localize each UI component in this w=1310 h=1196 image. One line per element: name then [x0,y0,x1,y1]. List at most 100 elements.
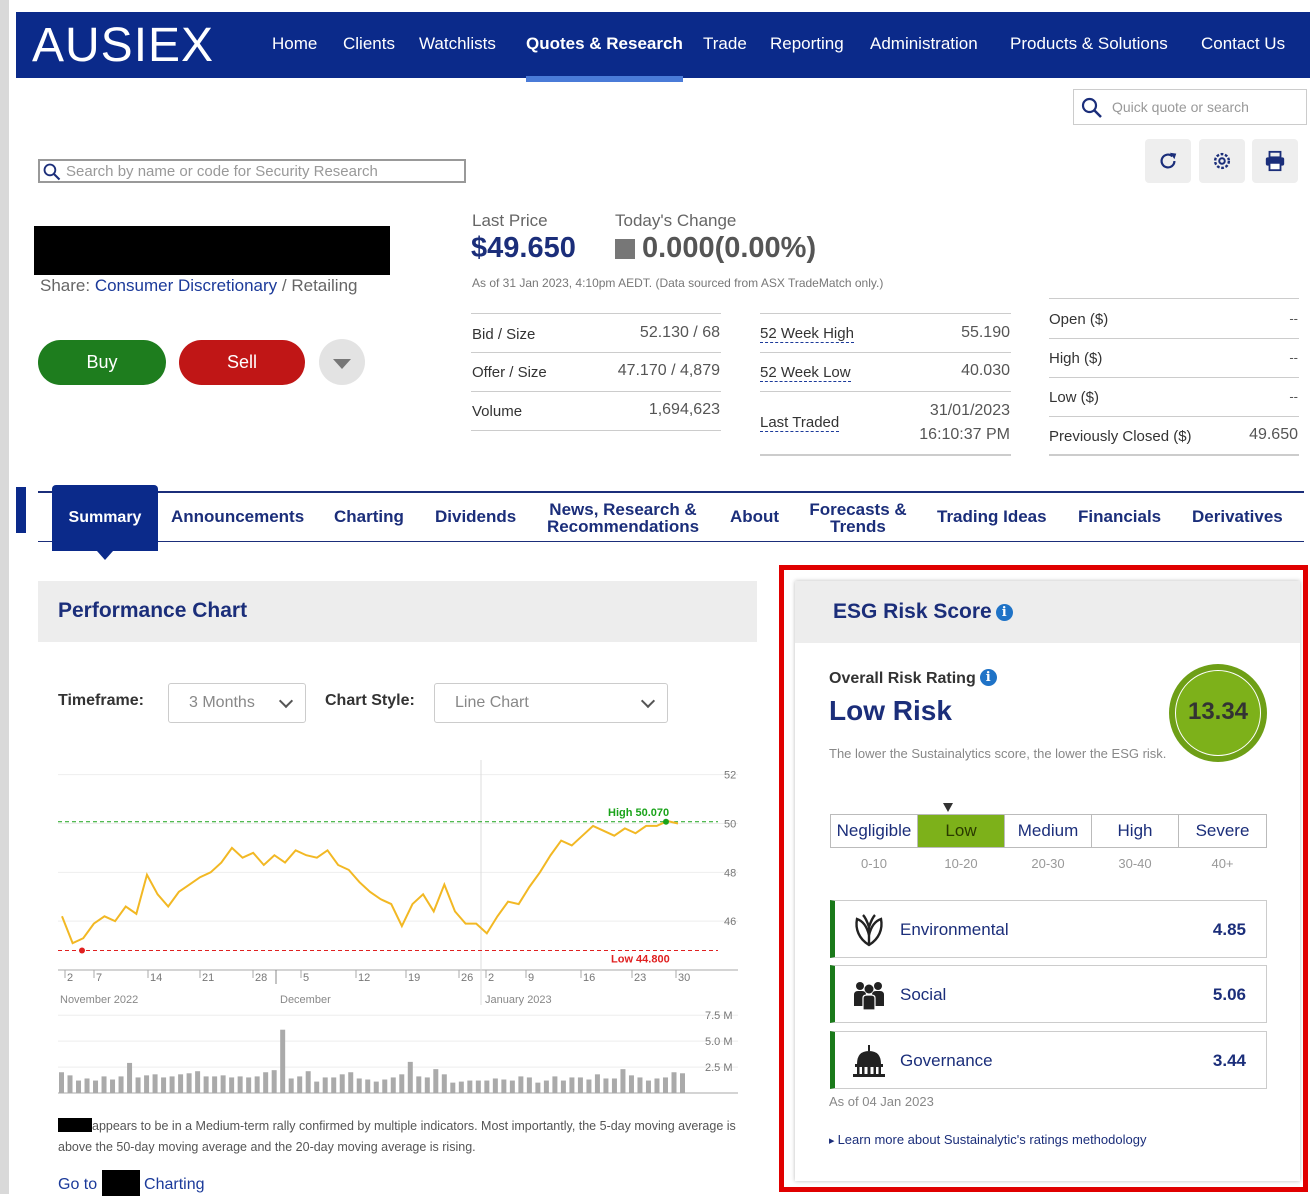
chevron-down-icon [640,693,656,709]
sell-button[interactable]: Sell [179,340,305,385]
divider [471,352,721,353]
x-tick-label: 28 [255,972,267,984]
performance-chart[interactable]: 52 50 48 46 High 50.070 Low 44.800 2 7 14 21 28 5 12… [38,745,758,1105]
volume-bar [186,1073,192,1093]
divider [760,454,1011,456]
left-scroll-gutter [0,0,9,1194]
last-price-label: Last Price [472,211,548,230]
volume-bar [144,1075,150,1093]
volume-bar [433,1069,439,1093]
sector-link[interactable]: Consumer Discretionary [95,276,277,295]
volume-bar [339,1074,345,1093]
tab-news-research[interactable]: News, Research & Recommendations [546,501,700,535]
volume-bar [93,1080,99,1093]
security-code-redacted [58,1118,92,1132]
security-research-search[interactable]: Search by name or code for Security Rese… [38,159,466,183]
nav-watchlists[interactable]: Watchlists [419,34,496,54]
ausiex-logo[interactable]: AUSIEX [32,18,214,73]
x-tick-label: 21 [202,972,214,984]
volume-tick-label: 5.0 M [705,1036,733,1048]
bid-size-value: 52.130 / 68 [639,324,720,341]
x-tick-label: 23 [634,972,646,984]
tab-financials[interactable]: Financials [1078,508,1161,525]
print-button[interactable] [1252,139,1298,183]
settings-button[interactable] [1199,139,1245,183]
volume-bar [110,1079,116,1093]
goto-charting-link[interactable]: Go to Charting [58,1170,205,1196]
volume-bar [59,1072,64,1093]
volume-bar [365,1079,371,1093]
price-tick-label: 48 [724,867,736,879]
volume-bar [552,1076,558,1093]
volume-bar [450,1082,456,1093]
volume-bar [212,1076,218,1093]
volume-bar [560,1080,566,1093]
52-week-low-value: 40.030 [961,362,1010,379]
low-label: Low 44.800 [611,953,670,965]
more-actions-dropdown[interactable] [319,339,365,385]
last-traded-time: 16:10:37 PM [919,426,1010,443]
quick-quote-placeholder: Quick quote or search [1112,99,1249,115]
quick-quote-search[interactable]: Quick quote or search [1073,89,1307,125]
tab-about[interactable]: About [730,508,779,525]
tab-charting[interactable]: Charting [334,508,404,525]
nav-contact-us[interactable]: Contact Us [1201,34,1285,54]
volume-bar [637,1077,643,1093]
volume-bar [322,1077,328,1093]
volume-bar [586,1079,592,1093]
x-tick-label: 12 [358,972,370,984]
price-tick-label: 50 [724,818,736,830]
tab-forecasts-trends[interactable]: Forecasts & Trends [807,501,909,535]
chart-style-select[interactable]: Line Chart [434,683,668,723]
tab-bar-bottom-line [38,541,1304,542]
volume-bar [611,1078,617,1093]
volume-bar [135,1077,141,1093]
nav-trade[interactable]: Trade [703,34,747,54]
x-tick-label: 7 [96,972,102,984]
volume-bar [280,1029,286,1093]
volume-bar [492,1078,498,1093]
volume-value: 1,694,623 [648,401,720,418]
volume-bar [475,1080,481,1093]
divider [760,352,1011,353]
nav-products-solutions[interactable]: Products & Solutions [1010,34,1168,54]
volume-bar [203,1076,209,1093]
nav-clients[interactable]: Clients [343,34,395,54]
high-point-marker [663,818,669,825]
tab-trading-ideas[interactable]: Trading Ideas [937,508,1047,525]
nav-home[interactable]: Home [272,34,317,54]
volume-bar [195,1071,201,1093]
volume-bar [509,1080,515,1093]
timeframe-value: 3 Months [189,694,255,711]
volume-label: Volume [472,403,523,420]
buy-button[interactable]: Buy [38,340,166,385]
tab-summary[interactable]: Summary [52,485,158,560]
volume-bar [458,1081,464,1093]
52-week-low-label[interactable]: 52 Week Low [760,364,851,382]
month-label: December [280,994,331,1006]
industry-label: Retailing [291,276,358,295]
volume-bar [348,1072,354,1093]
volume-bar [662,1077,668,1093]
tab-derivatives[interactable]: Derivatives [1192,508,1283,525]
nav-reporting[interactable]: Reporting [770,34,844,54]
tab-dividends[interactable]: Dividends [435,508,516,525]
chevron-down-icon [278,693,294,709]
52-week-high-value: 55.190 [961,324,1010,341]
top-navigation: AUSIEX Home Clients Watchlists Quotes & … [16,12,1310,82]
refresh-button[interactable] [1145,139,1191,183]
timeframe-select[interactable]: 3 Months [168,683,306,723]
volume-bar [543,1080,549,1093]
volume-bar [118,1076,124,1093]
volume-bar [237,1076,243,1093]
nav-administration[interactable]: Administration [870,34,978,54]
last-traded-label[interactable]: Last Traded [760,414,840,432]
tab-announcements[interactable]: Announcements [171,508,304,525]
52-week-high-label[interactable]: 52 Week High [760,325,854,343]
high-value: -- [1289,350,1298,365]
volume-bar [254,1076,260,1093]
nav-quotes-research[interactable]: Quotes & Research [526,34,683,82]
price-tick-label: 46 [724,916,736,928]
performance-chart-title: Performance Chart [58,599,248,622]
volume-bar [484,1080,490,1093]
